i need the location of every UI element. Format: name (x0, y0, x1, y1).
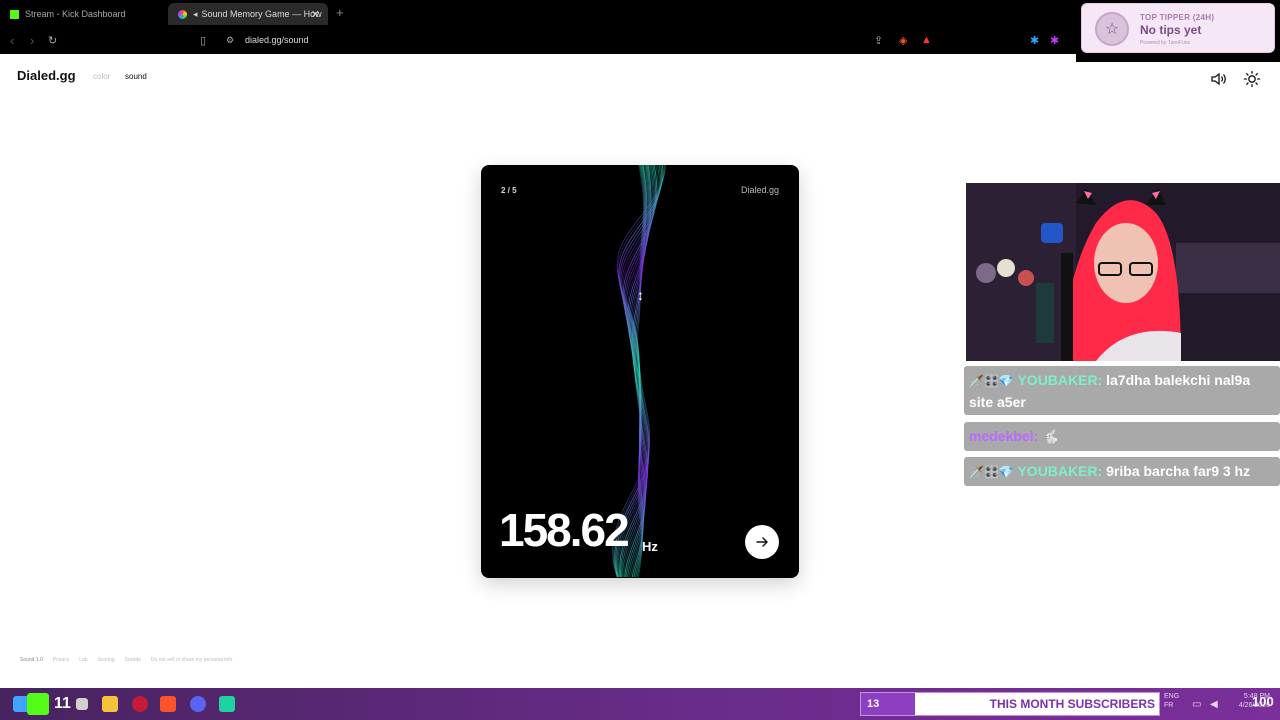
task-view-icon[interactable] (76, 698, 88, 710)
bookmark-icon[interactable]: ▯ (200, 34, 206, 47)
back-icon[interactable]: ‹ (10, 33, 14, 48)
footer-link-suicide[interactable]: Suicide (125, 657, 141, 663)
share-icon[interactable]: ⇪ (874, 34, 883, 47)
star-icon: ☆ (1095, 12, 1129, 46)
footer-link-scoring[interactable]: Scoring (98, 657, 115, 663)
chat-text: 9riba barcha far9 3 hz (1106, 463, 1251, 479)
lang-bottom: FR (1164, 702, 1174, 709)
network-icon[interactable]: ▭ (1192, 699, 1201, 710)
step-counter: 2 / 5 (501, 186, 517, 195)
nav-color-link[interactable]: color (93, 72, 110, 81)
subscriber-goal-bar: 13 THIS MONTH SUBSCRIBERS (860, 692, 1160, 716)
file-explorer-icon[interactable] (102, 696, 118, 712)
nav-sound-link[interactable]: sound (125, 72, 147, 81)
subs-label: THIS MONTH SUBSCRIBERS (989, 697, 1155, 711)
brave-icon[interactable] (160, 696, 176, 712)
top-tipper-widget: ☆ TOP TIPPER (24H) No tips yet Powered b… (1076, 0, 1280, 62)
frequency-unit: Hz (642, 539, 658, 554)
chat-badges: 🗡️🎛️💎 (969, 465, 1014, 479)
subs-goal: 100 (1252, 694, 1274, 709)
footer-link-lab[interactable]: Lab (79, 657, 87, 663)
next-button[interactable] (745, 525, 779, 559)
tipper-title: TOP TIPPER (24H) (1140, 13, 1215, 22)
rewards-icon[interactable]: ▲ (921, 34, 932, 46)
tab-sound-memory-game[interactable]: ◂ Sound Memory Game — How ✕ (168, 3, 328, 25)
speaker-tab-icon: ◂ (193, 8, 198, 19)
new-tab-button[interactable]: + (336, 5, 344, 20)
chat-username: YOUBAKER: (1017, 463, 1103, 479)
opera-icon[interactable] (132, 696, 148, 712)
footer-link-privacy[interactable]: Privacy (53, 657, 69, 663)
webcam-image (966, 183, 1280, 361)
sound-game-card: 2 / 5 Dialed.gg 158.62 Hz (481, 165, 799, 578)
tipper-card: ☆ TOP TIPPER (24H) No tips yet Powered b… (1081, 3, 1275, 53)
brave-shield-icon[interactable]: ◈ (899, 34, 907, 47)
speaker-icon[interactable]: ◀ (1210, 699, 1218, 710)
arrow-right-icon (756, 537, 768, 547)
tab-label: Stream - Kick Dashboard (25, 9, 126, 19)
discord-icon[interactable] (190, 696, 206, 712)
resize-cursor-icon: ↕ (637, 287, 644, 303)
site-favicon-icon (178, 9, 187, 19)
kick-count: 11 (54, 695, 71, 712)
chat-badges: 🗡️🎛️💎 (969, 374, 1014, 388)
footer-version: Sound 1.0 (20, 657, 43, 663)
site-footer: Sound 1.0 Privacy Lab Scoring Suicide Do… (20, 657, 232, 663)
site-settings-icon[interactable]: ⚙ (226, 35, 234, 46)
chat-username: YOUBAKER: (1017, 372, 1103, 388)
theme-toggle-icon[interactable] (1243, 70, 1261, 88)
volume-icon[interactable] (1209, 70, 1227, 88)
chat-message: medekbel: 🐇 (964, 422, 1280, 451)
site-logo[interactable]: Dialed.gg (17, 68, 76, 83)
tab-label: Sound Memory Game — How (201, 9, 322, 19)
chat-username: medekbel: (969, 428, 1039, 444)
kick-logo-icon (27, 693, 49, 715)
chat-message: 🗡️🎛️💎 YOUBAKER: 9riba barcha far9 3 hz (964, 457, 1280, 486)
close-tab-icon[interactable]: ✕ (311, 8, 320, 21)
app-icon[interactable] (219, 696, 235, 712)
lang-top: ENG (1164, 693, 1180, 700)
reload-icon[interactable]: ↻ (48, 34, 57, 47)
extension-icon[interactable]: ✱ (1050, 34, 1059, 47)
card-brand: Dialed.gg (740, 185, 779, 195)
chat-message: 🗡️🎛️💎 YOUBAKER: la7dha balekchi nal9a si… (964, 366, 1280, 415)
address-bar[interactable]: dialed.gg/sound (245, 35, 309, 45)
tipper-powered: Powered by TunoFuno (1140, 40, 1191, 46)
footer-link-privacy-choices[interactable]: Do not sell or share my personal info (151, 657, 232, 663)
streamer-webcam (966, 183, 1280, 361)
language-indicator[interactable]: ENG FR (1164, 693, 1179, 709)
kick-icon (10, 9, 19, 19)
frequency-value: 158.62 (499, 504, 630, 556)
tab-kick-dashboard[interactable]: Stream - Kick Dashboard (0, 3, 165, 25)
subs-count: 13 (861, 693, 915, 715)
forward-icon[interactable]: › (30, 33, 34, 48)
extension-icon[interactable]: ✱ (1030, 34, 1039, 47)
tipper-message: No tips yet (1140, 23, 1202, 37)
chat-text: 🐇 (1042, 428, 1060, 444)
